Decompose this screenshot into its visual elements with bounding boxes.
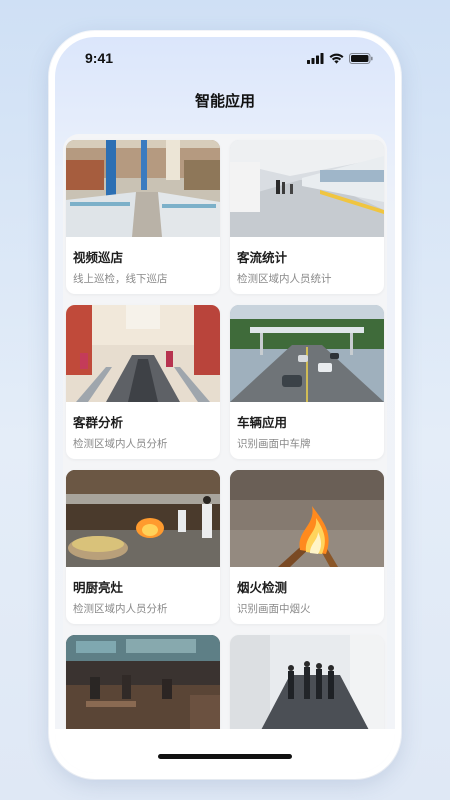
app-desc: 识别画面中车牌	[237, 438, 311, 450]
highway-toll-image	[230, 305, 384, 402]
office-corridor-image	[230, 635, 384, 732]
app-desc: 检测区域内人员分析	[73, 438, 168, 450]
home-bar-area	[55, 729, 395, 773]
app-desc: 识别画面中烟火	[237, 603, 311, 615]
app-title: 客群分析	[73, 415, 124, 430]
app-card-vehicle[interactable]: 车辆应用 识别画面中车牌	[230, 305, 384, 459]
app-title: 视频巡店	[73, 250, 124, 265]
battery-icon	[349, 53, 373, 64]
app-grid: 视频巡店 线上巡检，线下巡店 客流统计 检测区域内人员统计 客群分析 检测区域内…	[66, 140, 384, 753]
supermarket-aisle-image	[66, 140, 220, 237]
metro-station-image	[230, 140, 384, 237]
signal-icon	[307, 53, 324, 64]
status-icons	[307, 53, 373, 64]
status-bar: 9:41	[55, 37, 395, 81]
home-indicator[interactable]	[158, 754, 292, 759]
page-title: 智能应用	[194, 92, 255, 110]
app-title: 烟火检测	[237, 580, 288, 595]
app-screen: 9:41 智能应用 视频巡店 线上巡检，线下巡店 客流统计 检测区域内人员统计 …	[55, 37, 395, 773]
phone-frame: 9:41 智能应用 视频巡店 线上巡检，线下巡店 客流统计 检测区域内人员统计 …	[49, 31, 401, 779]
restaurant-kitchen-image	[66, 470, 220, 567]
mall-escalator-image	[66, 305, 220, 402]
app-card-video-patrol[interactable]: 视频巡店 线上巡检，线下巡店	[66, 140, 220, 294]
status-time: 9:41	[85, 50, 114, 66]
app-title: 车辆应用	[237, 415, 288, 430]
restaurant-dining-image	[66, 635, 220, 732]
wifi-icon	[329, 53, 344, 64]
app-list-panel: 视频巡店 线上巡检，线下巡店 客流统计 检测区域内人员统计 客群分析 检测区域内…	[63, 134, 387, 753]
app-card-fire-detection[interactable]: 烟火检测 识别画面中烟火	[230, 470, 384, 624]
app-desc: 线上巡检，线下巡店	[73, 273, 168, 285]
app-desc: 检测区域内人员分析	[73, 603, 168, 615]
app-desc: 检测区域内人员统计	[237, 273, 332, 285]
app-title: 明厨亮灶	[73, 580, 124, 595]
bonfire-image	[230, 470, 384, 567]
app-card-customer-group[interactable]: 客群分析 检测区域内人员分析	[66, 305, 220, 459]
app-title: 客流统计	[237, 250, 288, 265]
app-card-foot-traffic[interactable]: 客流统计 检测区域内人员统计	[230, 140, 384, 294]
app-card-open-kitchen[interactable]: 明厨亮灶 检测区域内人员分析	[66, 470, 220, 624]
